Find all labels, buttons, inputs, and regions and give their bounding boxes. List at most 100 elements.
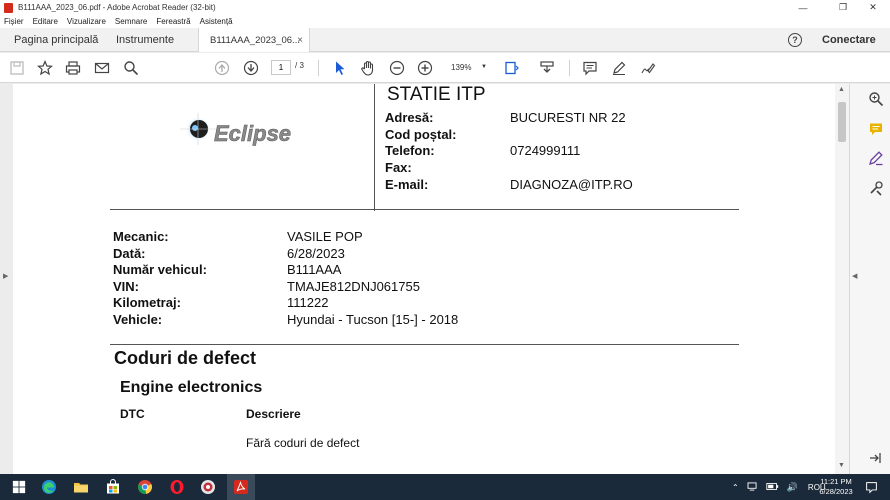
store-icon[interactable] (104, 478, 122, 496)
station-label-phone: Telefon: (385, 143, 435, 158)
taskbar: ⌃ 🔊 ROU 11:21 PM 6/28/2023 (0, 474, 890, 500)
scrollbar-thumb[interactable] (838, 102, 846, 142)
clock-date: 6/28/2023 (819, 487, 853, 496)
previous-page-icon[interactable] (213, 59, 231, 77)
email-icon[interactable] (93, 59, 111, 77)
more-tools-icon[interactable] (867, 179, 885, 197)
info-value-plate: B111AAA (287, 262, 342, 277)
file-explorer-icon[interactable] (72, 478, 90, 496)
tab-document-label: B111AAA_2023_06... (210, 34, 300, 46)
left-panel-toggle[interactable]: ▶ (0, 84, 13, 474)
column-header-description: Descriere (246, 407, 301, 421)
tab-document[interactable]: B111AAA_2023_06... × (198, 28, 310, 52)
scroll-up-icon[interactable]: ▲ (838, 86, 845, 93)
zoom-in-icon[interactable] (416, 59, 434, 77)
close-icon[interactable]: ✕ (856, 0, 890, 15)
app-icon[interactable] (199, 478, 217, 496)
battery-icon[interactable] (766, 482, 779, 492)
system-tray: ⌃ 🔊 ROU (732, 474, 826, 500)
info-label-plate: Număr vehicul: (113, 262, 207, 277)
scroll-mode-icon[interactable] (538, 59, 556, 77)
chevron-down-icon: ▼ (481, 64, 487, 70)
vertical-scrollbar[interactable]: ▲ ▼ (835, 84, 849, 474)
info-label-vehicle: Vehicle: (113, 312, 163, 327)
station-value-email: DIAGNOZA@ITP.RO (510, 177, 633, 192)
windows-start-icon[interactable] (10, 478, 28, 496)
zoom-tool-icon[interactable] (867, 90, 885, 108)
opera-icon[interactable] (168, 478, 186, 496)
hand-tool-icon[interactable] (359, 59, 377, 77)
close-tab-icon[interactable]: × (297, 35, 303, 46)
station-label-postal-code: Cod poștal: (385, 127, 457, 142)
save-icon[interactable] (8, 59, 26, 77)
header-divider-vertical (374, 84, 375, 211)
menu-help[interactable]: Asistență (200, 17, 233, 26)
info-value-vin: TMAJE812DNJ061755 (287, 279, 420, 294)
info-label-date: Dată: (113, 246, 146, 261)
info-value-mileage: 111222 (287, 295, 329, 310)
acrobat-reader-icon[interactable] (232, 478, 250, 496)
info-label-mechanic: Mecanic: (113, 229, 169, 244)
print-icon[interactable] (64, 59, 82, 77)
collapse-panel-icon[interactable]: ◀ (852, 272, 857, 280)
comment-icon[interactable] (581, 59, 599, 77)
zoom-select[interactable]: 139% ▼ (445, 59, 491, 75)
bookmark-star-icon[interactable] (36, 59, 54, 77)
right-tools-panel: ◀ (849, 84, 890, 474)
signin-button[interactable]: Conectare (822, 28, 876, 52)
zoom-value: 139% (451, 62, 472, 72)
title-bar: B111AAA_2023_06.pdf - Adobe Acrobat Read… (0, 0, 890, 15)
edge-browser-icon[interactable] (40, 478, 58, 496)
svg-text:Eclipse: Eclipse (214, 121, 291, 146)
tray-chevron-up-icon[interactable]: ⌃ (732, 483, 739, 492)
scroll-down-icon[interactable]: ▼ (838, 462, 845, 469)
menu-file[interactable]: Fișier (4, 17, 24, 26)
page-number-input[interactable] (271, 60, 291, 75)
notifications-icon[interactable] (862, 478, 880, 496)
info-label-vin: VIN: (113, 279, 139, 294)
sign-icon[interactable] (639, 59, 657, 77)
collapse-tools-icon[interactable] (867, 449, 885, 467)
menu-bar: Fișier Editare Vizualizare Semnare Ferea… (0, 15, 890, 28)
tab-home[interactable]: Pagina principală (14, 28, 98, 52)
tab-tools[interactable]: Instrumente (116, 28, 174, 52)
chrome-icon[interactable] (136, 478, 154, 496)
maximize-icon[interactable]: ❐ (826, 0, 860, 15)
page-total: / 3 (295, 61, 304, 70)
window-title: B111AAA_2023_06.pdf - Adobe Acrobat Read… (18, 3, 216, 12)
column-header-dtc: DTC (120, 407, 145, 421)
minimize-icon[interactable]: — (786, 0, 820, 15)
next-page-icon[interactable] (242, 59, 260, 77)
info-value-vehicle: Hyundai - Tucson [15-] - 2018 (287, 312, 459, 327)
fill-sign-icon[interactable] (867, 149, 885, 167)
toolbar-separator (569, 60, 570, 76)
select-cursor-icon[interactable] (331, 59, 349, 77)
acrobat-app-icon (4, 2, 13, 13)
menu-window[interactable]: Fereastră (156, 17, 190, 26)
toolbar-separator (318, 60, 319, 76)
network-icon[interactable] (747, 481, 758, 493)
volume-icon[interactable]: 🔊 (787, 482, 798, 493)
comment-panel-icon[interactable] (867, 120, 885, 138)
clock-time: 11:21 PM (820, 477, 852, 486)
help-icon[interactable]: ? (788, 33, 802, 47)
subsection-title: Engine electronics (120, 379, 263, 396)
station-label-address: Adresă: (385, 110, 434, 125)
menu-edit[interactable]: Editare (33, 17, 58, 26)
section-title: Coduri de defect (114, 348, 257, 368)
clock[interactable]: 11:21 PM 6/28/2023 (815, 477, 857, 497)
info-label-mileage: Kilometraj: (113, 295, 181, 310)
zoom-out-icon[interactable] (388, 59, 406, 77)
section-divider (110, 344, 739, 345)
highlight-pen-icon[interactable] (610, 59, 628, 77)
menu-view[interactable]: Vizualizare (67, 17, 106, 26)
station-title: STATIE ITP (387, 84, 486, 105)
station-label-fax: Fax: (385, 160, 412, 175)
fit-page-icon[interactable] (503, 59, 521, 77)
info-value-date: 6/28/2023 (287, 246, 345, 261)
station-label-email: E-mail: (385, 177, 429, 192)
search-icon[interactable] (122, 59, 140, 77)
menu-sign[interactable]: Semnare (115, 17, 147, 26)
tab-row: Pagina principală Instrumente B111AAA_20… (0, 28, 890, 52)
info-value-mechanic: VASILE POP (287, 229, 363, 244)
